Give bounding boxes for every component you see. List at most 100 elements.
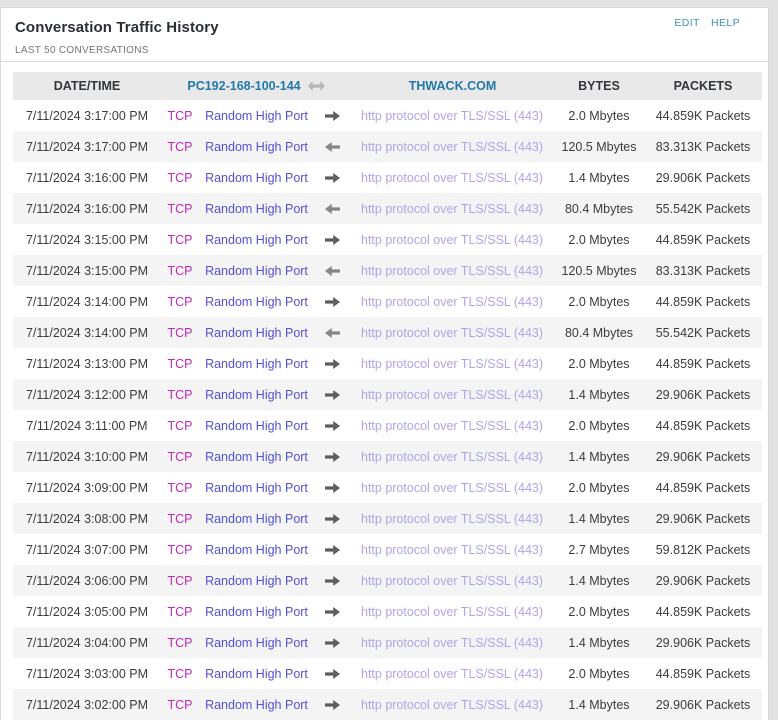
source-port-link[interactable]: Random High Port bbox=[205, 264, 308, 278]
source-port-link[interactable]: Random High Port bbox=[205, 605, 308, 619]
service-link[interactable]: http protocol over TLS/SSL (443) bbox=[361, 419, 543, 433]
cell-service: http protocol over TLS/SSL (443) bbox=[351, 357, 554, 371]
cell-source-port: Random High Port bbox=[199, 171, 314, 185]
table-row: 7/11/2024 3:16:00 PM TCP Random High Por… bbox=[13, 162, 762, 193]
protocol-link[interactable]: TCP bbox=[168, 202, 193, 216]
protocol-link[interactable]: TCP bbox=[168, 171, 193, 185]
cell-direction bbox=[314, 637, 351, 648]
protocol-link[interactable]: TCP bbox=[168, 605, 193, 619]
cell-direction bbox=[314, 203, 351, 214]
source-port-link[interactable]: Random High Port bbox=[205, 171, 308, 185]
cell-bytes: 80.4 Mbytes bbox=[564, 201, 634, 216]
arrow-right-icon bbox=[325, 668, 340, 679]
cell-datetime: 7/11/2024 3:16:00 PM bbox=[25, 170, 149, 185]
cell-packets: 44.859K Packets bbox=[655, 232, 751, 247]
protocol-link[interactable]: TCP bbox=[168, 109, 193, 123]
service-link[interactable]: http protocol over TLS/SSL (443) bbox=[361, 295, 543, 309]
service-link[interactable]: http protocol over TLS/SSL (443) bbox=[361, 636, 543, 650]
source-port-link[interactable]: Random High Port bbox=[205, 388, 308, 402]
cell-datetime: 7/11/2024 3:17:00 PM bbox=[25, 139, 149, 154]
service-link[interactable]: http protocol over TLS/SSL (443) bbox=[361, 512, 543, 526]
arrow-left-icon bbox=[325, 265, 340, 276]
cell-datetime: 7/11/2024 3:15:00 PM bbox=[25, 263, 149, 278]
cell-protocol: TCP bbox=[161, 605, 199, 619]
source-port-link[interactable]: Random High Port bbox=[205, 233, 308, 247]
source-port-link[interactable]: Random High Port bbox=[205, 667, 308, 681]
service-link[interactable]: http protocol over TLS/SSL (443) bbox=[361, 326, 543, 340]
service-link[interactable]: http protocol over TLS/SSL (443) bbox=[361, 543, 543, 557]
protocol-link[interactable]: TCP bbox=[168, 140, 193, 154]
source-port-link[interactable]: Random High Port bbox=[205, 543, 308, 557]
protocol-link[interactable]: TCP bbox=[168, 543, 193, 557]
protocol-link[interactable]: TCP bbox=[168, 667, 193, 681]
cell-source-port: Random High Port bbox=[199, 512, 314, 526]
service-link[interactable]: http protocol over TLS/SSL (443) bbox=[361, 233, 543, 247]
source-node-link[interactable]: PC192-168-100-144 bbox=[187, 79, 300, 93]
table-row: 7/11/2024 3:07:00 PM TCP Random High Por… bbox=[13, 534, 762, 565]
cell-datetime: 7/11/2024 3:15:00 PM bbox=[25, 232, 149, 247]
protocol-link[interactable]: TCP bbox=[168, 636, 193, 650]
source-port-link[interactable]: Random High Port bbox=[205, 419, 308, 433]
service-link[interactable]: http protocol over TLS/SSL (443) bbox=[361, 667, 543, 681]
edit-button[interactable]: EDIT bbox=[674, 17, 699, 29]
service-link[interactable]: http protocol over TLS/SSL (443) bbox=[361, 171, 543, 185]
protocol-link[interactable]: TCP bbox=[168, 698, 193, 712]
source-port-link[interactable]: Random High Port bbox=[205, 202, 308, 216]
cell-direction bbox=[314, 265, 351, 276]
cell-service: http protocol over TLS/SSL (443) bbox=[351, 574, 554, 588]
cell-source-port: Random High Port bbox=[199, 140, 314, 154]
cell-bytes: 2.0 Mbytes bbox=[568, 480, 630, 495]
protocol-link[interactable]: TCP bbox=[168, 419, 193, 433]
service-link[interactable]: http protocol over TLS/SSL (443) bbox=[361, 357, 543, 371]
protocol-link[interactable]: TCP bbox=[168, 481, 193, 495]
protocol-link[interactable]: TCP bbox=[168, 357, 193, 371]
service-link[interactable]: http protocol over TLS/SSL (443) bbox=[361, 574, 543, 588]
help-button[interactable]: HELP bbox=[711, 17, 740, 29]
protocol-link[interactable]: TCP bbox=[168, 295, 193, 309]
arrow-right-icon bbox=[325, 451, 340, 462]
source-port-link[interactable]: Random High Port bbox=[205, 326, 308, 340]
cell-bytes: 1.4 Mbytes bbox=[568, 697, 630, 712]
cell-datetime: 7/11/2024 3:03:00 PM bbox=[25, 666, 149, 681]
cell-direction bbox=[314, 482, 351, 493]
source-port-link[interactable]: Random High Port bbox=[205, 109, 308, 123]
service-link[interactable]: http protocol over TLS/SSL (443) bbox=[361, 109, 543, 123]
service-link[interactable]: http protocol over TLS/SSL (443) bbox=[361, 450, 543, 464]
cell-service: http protocol over TLS/SSL (443) bbox=[351, 450, 554, 464]
source-port-link[interactable]: Random High Port bbox=[205, 636, 308, 650]
cell-datetime: 7/11/2024 3:07:00 PM bbox=[25, 542, 149, 557]
source-port-link[interactable]: Random High Port bbox=[205, 295, 308, 309]
cell-service: http protocol over TLS/SSL (443) bbox=[351, 419, 554, 433]
protocol-link[interactable]: TCP bbox=[168, 512, 193, 526]
service-link[interactable]: http protocol over TLS/SSL (443) bbox=[361, 140, 543, 154]
protocol-link[interactable]: TCP bbox=[168, 233, 193, 247]
source-port-link[interactable]: Random High Port bbox=[205, 450, 308, 464]
service-link[interactable]: http protocol over TLS/SSL (443) bbox=[361, 698, 543, 712]
source-port-link[interactable]: Random High Port bbox=[205, 698, 308, 712]
cell-datetime: 7/11/2024 3:14:00 PM bbox=[25, 325, 149, 340]
source-port-link[interactable]: Random High Port bbox=[205, 512, 308, 526]
protocol-link[interactable]: TCP bbox=[168, 450, 193, 464]
cell-source-port: Random High Port bbox=[199, 450, 314, 464]
source-port-link[interactable]: Random High Port bbox=[205, 481, 308, 495]
source-port-link[interactable]: Random High Port bbox=[205, 357, 308, 371]
service-link[interactable]: http protocol over TLS/SSL (443) bbox=[361, 605, 543, 619]
service-link[interactable]: http protocol over TLS/SSL (443) bbox=[361, 264, 543, 278]
destination-node-link[interactable]: THWACK.COM bbox=[409, 79, 497, 93]
source-port-link[interactable]: Random High Port bbox=[205, 574, 308, 588]
source-port-link[interactable]: Random High Port bbox=[205, 140, 308, 154]
protocol-link[interactable]: TCP bbox=[168, 574, 193, 588]
cell-packets: 44.859K Packets bbox=[655, 418, 751, 433]
cell-service: http protocol over TLS/SSL (443) bbox=[351, 140, 554, 154]
protocol-link[interactable]: TCP bbox=[168, 264, 193, 278]
cell-source-port: Random High Port bbox=[199, 233, 314, 247]
cell-packets: 44.859K Packets bbox=[655, 604, 751, 619]
cell-source-port: Random High Port bbox=[199, 326, 314, 340]
service-link[interactable]: http protocol over TLS/SSL (443) bbox=[361, 481, 543, 495]
protocol-link[interactable]: TCP bbox=[168, 388, 193, 402]
cell-protocol: TCP bbox=[161, 698, 199, 712]
protocol-link[interactable]: TCP bbox=[168, 326, 193, 340]
service-link[interactable]: http protocol over TLS/SSL (443) bbox=[361, 202, 543, 216]
service-link[interactable]: http protocol over TLS/SSL (443) bbox=[361, 388, 543, 402]
arrow-right-icon bbox=[325, 513, 340, 524]
